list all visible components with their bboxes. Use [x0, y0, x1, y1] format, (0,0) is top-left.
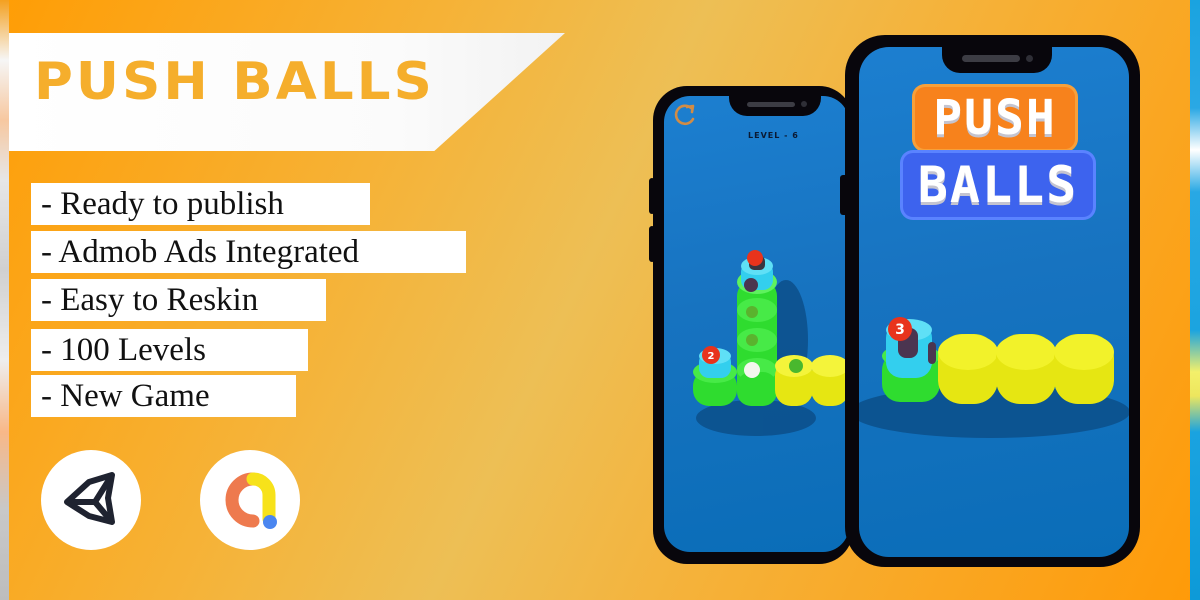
camera	[1026, 55, 1033, 62]
yellow-tubes	[938, 334, 1114, 404]
red-ball	[747, 250, 763, 266]
feature-new-game: - New Game	[31, 375, 296, 417]
admob-mark-icon	[225, 472, 277, 529]
admob-logo-icon	[200, 450, 300, 550]
title-screen: PUSH BALLS 3	[859, 47, 1129, 557]
phone-notch	[729, 94, 821, 116]
unity-logo-icon	[41, 450, 141, 550]
gameplay-board: 2	[693, 250, 849, 436]
promo-title: PUSH BALLS	[34, 52, 435, 112]
phone-title-screen: PUSH BALLS 3	[840, 35, 1140, 567]
white-ball	[744, 362, 760, 378]
svg-text:3: 3	[895, 322, 905, 338]
phone-notch	[942, 45, 1052, 73]
left-edge-strip	[0, 0, 9, 600]
right-edge-strip	[1190, 0, 1200, 600]
svg-text:2: 2	[708, 351, 715, 362]
camera	[801, 101, 807, 107]
phone-side-button	[649, 178, 655, 214]
feature-admob-ads: - Admob Ads Integrated	[31, 231, 466, 273]
phone-side-button	[840, 175, 848, 215]
speaker	[962, 55, 1020, 62]
phone-side-button	[649, 226, 655, 262]
speaker	[747, 102, 795, 107]
title-board: 3	[859, 317, 1129, 438]
unity-cube-icon	[64, 472, 115, 525]
feature-ready-to-publish: - Ready to publish	[31, 183, 370, 225]
feature-100-levels: - 100 Levels	[31, 329, 308, 371]
gameplay-screen: LEVEL - 6 2	[664, 96, 849, 552]
phone-gameplay: LEVEL - 6 2	[649, 86, 853, 564]
feature-easy-reskin: - Easy to Reskin	[31, 279, 326, 321]
